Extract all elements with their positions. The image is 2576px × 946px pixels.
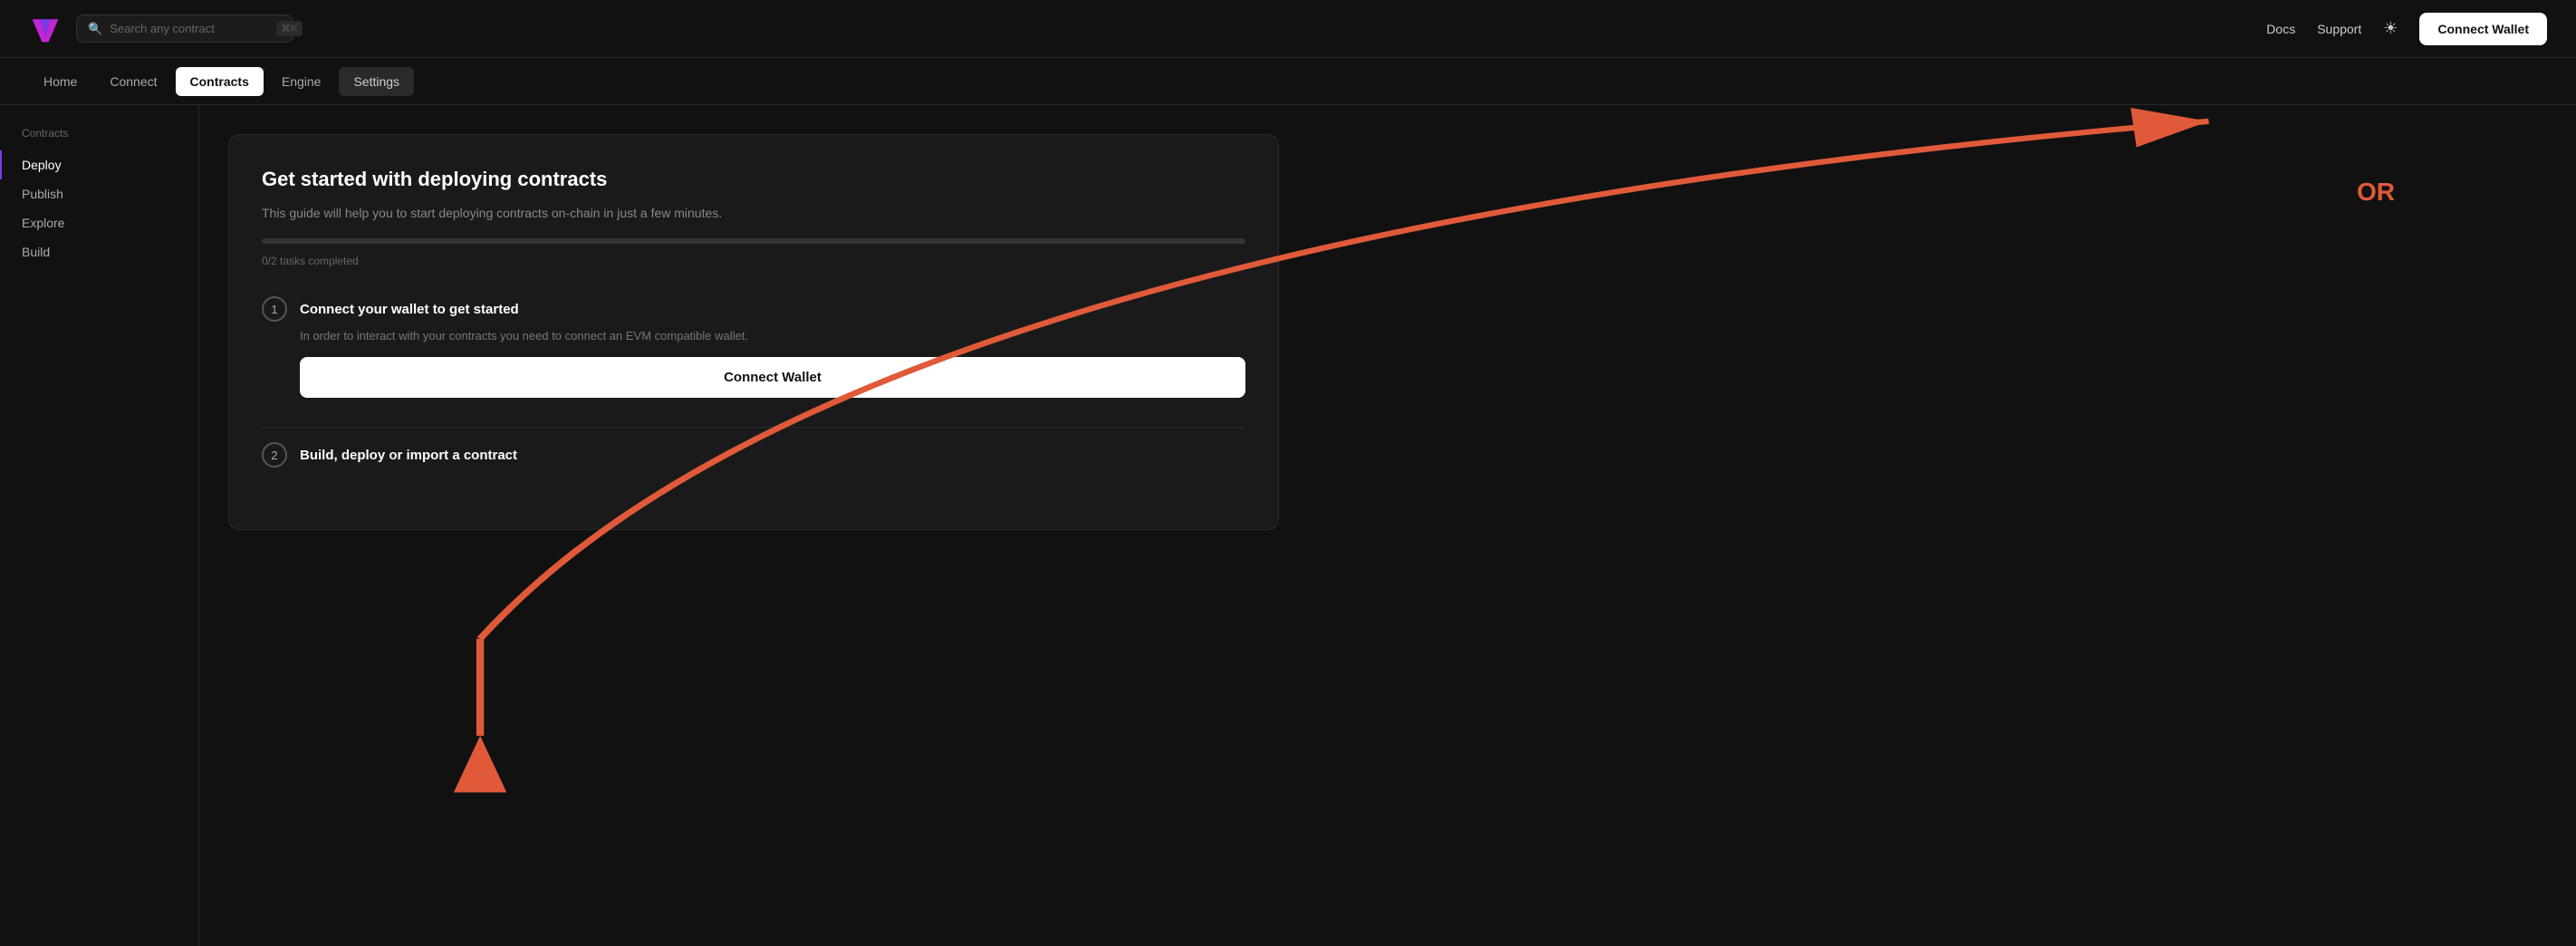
task-1-title: Connect your wallet to get started — [300, 302, 519, 317]
search-shortcut: ⌘K — [276, 21, 302, 36]
task-2-header: 2 Build, deploy or import a contract — [262, 442, 1245, 468]
search-input[interactable] — [110, 22, 269, 35]
connect-wallet-header-button[interactable]: Connect Wallet — [2419, 13, 2547, 45]
tasks-label: 0/2 tasks completed — [262, 255, 1245, 267]
task-1: 1 Connect your wallet to get started In … — [262, 296, 1245, 398]
sidebar-section-title: Contracts — [0, 127, 198, 150]
main-content: OR Get started with deploying contracts … — [199, 105, 2576, 946]
task-2-title: Build, deploy or import a contract — [300, 448, 517, 463]
search-box[interactable]: 🔍 ⌘K — [76, 14, 293, 43]
task-2: 2 Build, deploy or import a contract — [262, 442, 1245, 468]
logo — [29, 13, 62, 45]
header-left: 🔍 ⌘K — [29, 13, 293, 45]
main-layout: Contracts Deploy Publish Explore Build O… — [0, 105, 2576, 946]
support-link[interactable]: Support — [2317, 22, 2361, 36]
search-icon: 🔍 — [88, 22, 102, 36]
header-right: Docs Support ☀ Connect Wallet — [2266, 13, 2547, 45]
task-1-description: In order to interact with your contracts… — [300, 329, 1245, 343]
sidebar-item-publish[interactable]: Publish — [0, 179, 198, 208]
sidebar: Contracts Deploy Publish Explore Build — [0, 105, 199, 946]
or-label: OR — [2357, 178, 2395, 207]
sidebar-item-explore[interactable]: Explore — [0, 208, 198, 237]
deploy-card: Get started with deploying contracts Thi… — [228, 134, 1279, 530]
docs-link[interactable]: Docs — [2266, 22, 2295, 36]
nav-item-contracts[interactable]: Contracts — [176, 67, 264, 96]
task-2-number: 2 — [262, 442, 287, 468]
nav-item-home[interactable]: Home — [29, 67, 91, 96]
task-1-number: 1 — [262, 296, 287, 322]
nav-item-engine[interactable]: Engine — [267, 67, 336, 96]
nav-item-settings[interactable]: Settings — [339, 67, 414, 96]
progress-bar-background — [262, 238, 1245, 244]
connect-wallet-main-button[interactable]: Connect Wallet — [300, 357, 1245, 398]
task-1-header: 1 Connect your wallet to get started — [262, 296, 1245, 322]
sidebar-item-deploy[interactable]: Deploy — [0, 150, 198, 179]
card-description: This guide will help you to start deploy… — [262, 206, 1245, 220]
sidebar-item-build[interactable]: Build — [0, 237, 198, 266]
task-divider — [262, 427, 1245, 428]
nav-item-connect[interactable]: Connect — [95, 67, 171, 96]
card-title: Get started with deploying contracts — [262, 168, 1245, 191]
theme-toggle-button[interactable]: ☀ — [2383, 19, 2398, 38]
header: 🔍 ⌘K Docs Support ☀ Connect Wallet — [0, 0, 2576, 58]
main-nav: Home Connect Contracts Engine Settings — [0, 58, 2576, 105]
